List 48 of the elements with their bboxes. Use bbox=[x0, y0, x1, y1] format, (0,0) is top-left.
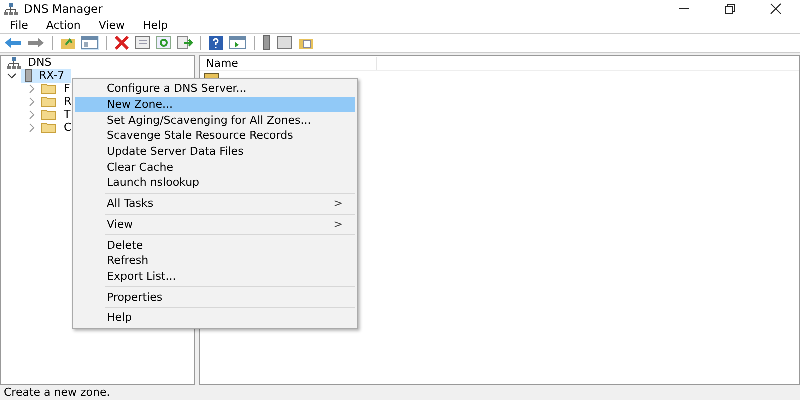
folder-icon bbox=[41, 108, 57, 120]
menu-item[interactable]: Export List... bbox=[75, 268, 355, 284]
menu-item[interactable]: Refresh bbox=[75, 252, 355, 269]
tree-item[interactable]: T bbox=[61, 108, 74, 121]
tree-item[interactable]: C bbox=[61, 121, 75, 134]
status-bar: Create a new zone. bbox=[0, 385, 800, 400]
menu-item[interactable]: File bbox=[4, 19, 34, 32]
tree-item[interactable]: DNS bbox=[25, 56, 55, 69]
network-icon bbox=[7, 56, 21, 70]
menu-item[interactable]: Delete bbox=[75, 237, 355, 253]
menu-item[interactable]: Set Aging/Scavenging for All Zones... bbox=[75, 112, 355, 128]
menu-item[interactable]: View > bbox=[75, 216, 355, 232]
properties-icon[interactable] bbox=[135, 36, 151, 50]
menu-item[interactable]: Properties bbox=[75, 289, 355, 305]
menu-item[interactable]: Update Server Data Files bbox=[75, 144, 355, 160]
close-icon[interactable] bbox=[770, 3, 782, 15]
folder-icon bbox=[41, 96, 57, 108]
server-icon[interactable] bbox=[262, 35, 272, 51]
help-icon[interactable] bbox=[208, 36, 224, 50]
console-tree-icon[interactable] bbox=[81, 36, 99, 50]
forward-arrow-icon[interactable] bbox=[27, 37, 45, 49]
panel-icon[interactable] bbox=[277, 36, 293, 50]
menu-item[interactable]: New Zone... bbox=[75, 96, 355, 112]
tree-item[interactable]: F bbox=[61, 82, 74, 95]
menu-item[interactable]: Action bbox=[40, 19, 87, 32]
back-arrow-icon[interactable] bbox=[4, 37, 22, 49]
menu-item[interactable]: Configure a DNS Server... bbox=[75, 81, 355, 97]
server-icon bbox=[25, 68, 33, 82]
refresh-icon[interactable] bbox=[156, 36, 172, 50]
window-title: DNS Manager bbox=[24, 2, 103, 16]
menu-item[interactable]: Scavenge Stale Resource Records bbox=[75, 128, 355, 144]
column-header[interactable]: Name bbox=[200, 56, 377, 70]
menu-item[interactable]: View bbox=[92, 19, 131, 32]
folder-up-icon[interactable] bbox=[60, 36, 76, 50]
menu-item[interactable]: Help bbox=[136, 19, 174, 32]
tree-item[interactable]: R bbox=[61, 95, 75, 108]
menu-item[interactable]: All Tasks > bbox=[75, 196, 355, 212]
export-icon[interactable] bbox=[177, 36, 193, 50]
delete-icon[interactable] bbox=[114, 36, 130, 50]
action-pane-icon[interactable] bbox=[229, 36, 247, 50]
menu-item[interactable]: Help bbox=[75, 310, 355, 326]
menu-item[interactable]: Launch nslookup bbox=[75, 175, 355, 191]
folder-icon bbox=[41, 122, 57, 134]
maximize-icon[interactable] bbox=[724, 3, 736, 15]
folder-pages-icon[interactable] bbox=[298, 36, 314, 50]
network-icon bbox=[4, 2, 18, 16]
chevron-icon[interactable] bbox=[7, 70, 17, 80]
menu-item[interactable]: Clear Cache bbox=[75, 159, 355, 176]
